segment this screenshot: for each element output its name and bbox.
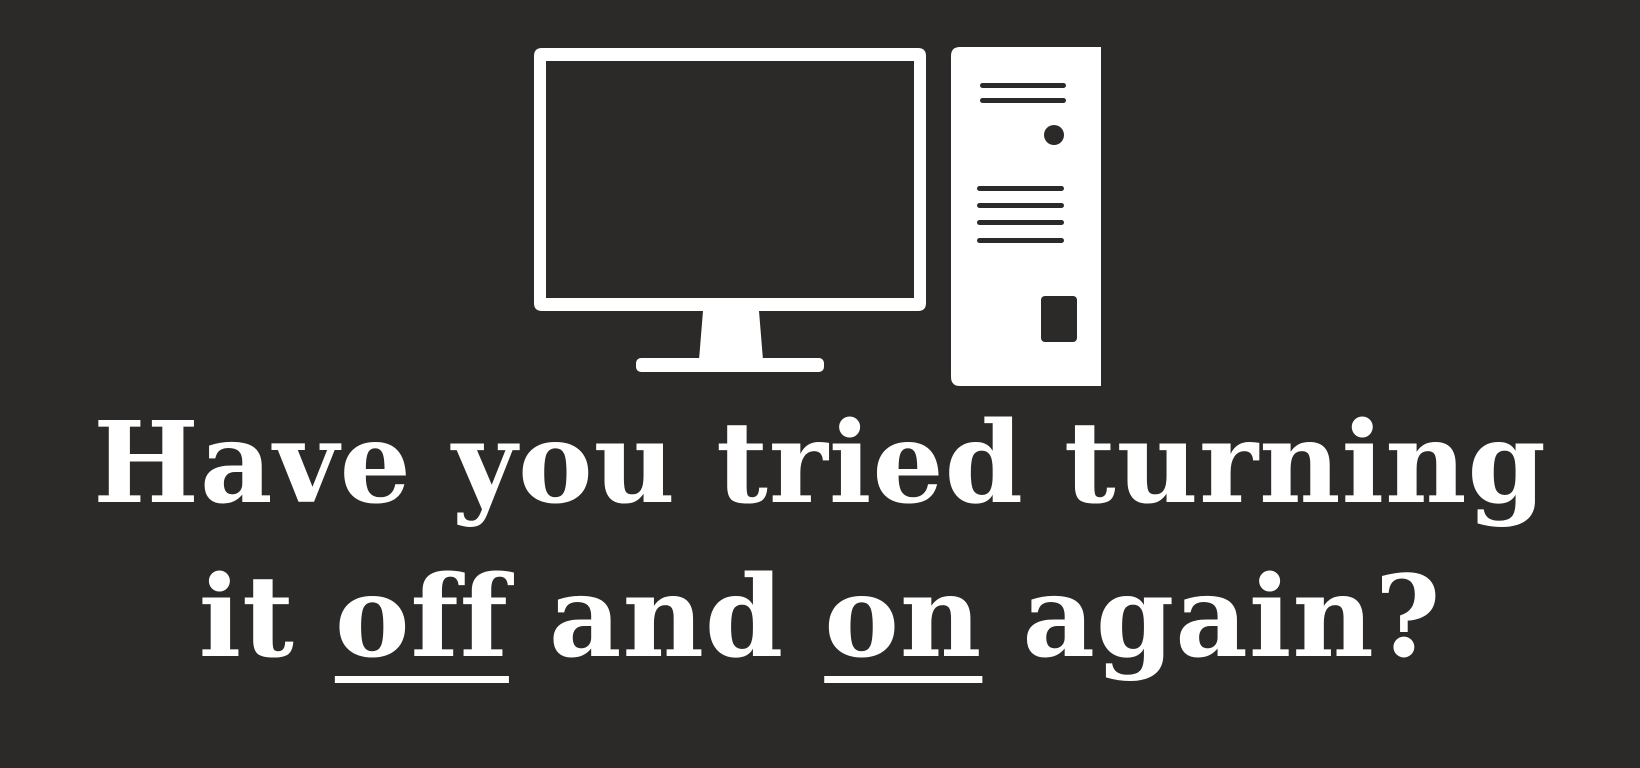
word-and: and (548, 552, 785, 683)
headline-line-2: it off and on again? (0, 562, 1640, 674)
computer-illustration (534, 47, 1101, 386)
word-again: again? (1022, 552, 1442, 683)
word-it: it (198, 552, 295, 683)
word-off-underlined: off (334, 552, 509, 683)
poster: Have you tried turning it off and on aga… (0, 0, 1640, 768)
computer-tower-icon (951, 47, 1101, 386)
headline-line-1: Have you tried turning (93, 398, 1547, 529)
monitor-icon (534, 48, 926, 372)
word-on-underlined: on (824, 552, 983, 683)
